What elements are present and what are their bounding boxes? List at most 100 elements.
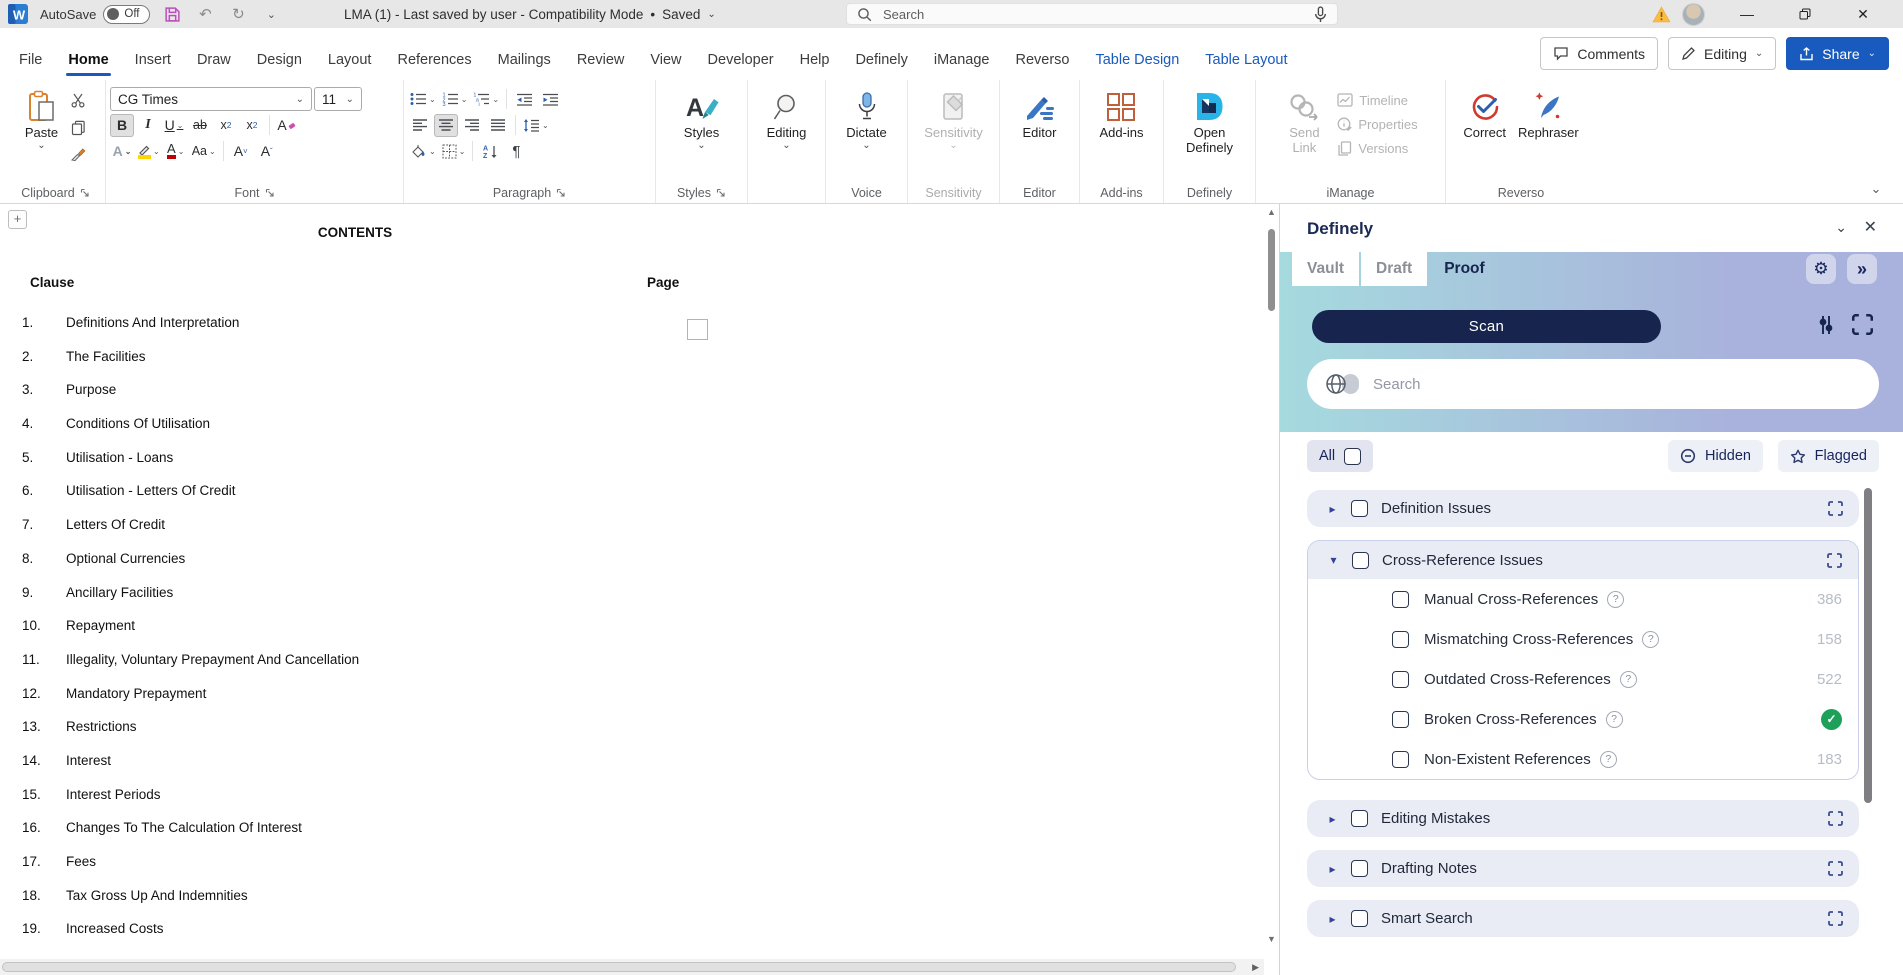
help-icon[interactable]: ?: [1607, 591, 1624, 608]
dialog-launcher-icon[interactable]: [556, 188, 566, 198]
align-right-button[interactable]: [460, 114, 484, 137]
fullscreen-expand-icon[interactable]: [1852, 314, 1873, 335]
disclosure-right-triangle-icon[interactable]: ▸: [1327, 812, 1338, 826]
ribbon-tab-developer[interactable]: Developer: [695, 41, 787, 79]
ribbon-tab-home[interactable]: Home: [55, 41, 121, 79]
scroll-up-arrow-icon[interactable]: ▲: [1264, 207, 1279, 217]
increase-indent-button[interactable]: [538, 88, 562, 111]
expand-section-icon[interactable]: [1828, 811, 1843, 826]
panel-section-header-smart-search[interactable]: ▸Smart Search: [1307, 900, 1859, 937]
ribbon-tab-imanage[interactable]: iManage: [921, 41, 1003, 79]
panel-close-icon[interactable]: ✕: [1864, 217, 1877, 237]
panel-subsection-row[interactable]: Broken Cross-References?✓: [1308, 699, 1858, 739]
pilcrow-button[interactable]: ¶: [504, 140, 528, 163]
panel-search-input[interactable]: [1371, 375, 1861, 394]
ribbon-tab-table-layout[interactable]: Table Layout: [1192, 41, 1300, 79]
paste-button[interactable]: Paste ⌄: [19, 83, 64, 152]
bold-button[interactable]: B: [110, 114, 134, 137]
panel-section-header-definition-issues[interactable]: ▸Definition Issues: [1307, 490, 1859, 527]
minimize-button[interactable]: ―: [1718, 0, 1776, 28]
panel-tab-draft[interactable]: Draft: [1361, 252, 1427, 286]
ribbon-tab-mailings[interactable]: Mailings: [485, 41, 564, 79]
document-title[interactable]: LMA (1) - Last saved by user - Compatibi…: [344, 0, 716, 28]
numbering-button[interactable]: 123⌄: [440, 88, 470, 111]
help-icon[interactable]: ?: [1620, 671, 1637, 688]
open-definely-button[interactable]: OpenDefinely: [1180, 83, 1239, 155]
subsection-checkbox[interactable]: [1392, 711, 1409, 728]
ribbon-tab-reverso[interactable]: Reverso: [1002, 41, 1082, 79]
editor-button[interactable]: Editor ⌄: [1017, 83, 1063, 152]
font-size-combo[interactable]: 11⌄: [314, 87, 362, 111]
expand-section-icon[interactable]: [1828, 501, 1843, 516]
ribbon-tab-table-design[interactable]: Table Design: [1082, 41, 1192, 79]
undo-button[interactable]: ↶: [194, 3, 216, 25]
ribbon-tab-help[interactable]: Help: [787, 41, 843, 79]
panel-section-header-drafting-notes[interactable]: ▸Drafting Notes: [1307, 850, 1859, 887]
panel-subsection-row[interactable]: Manual Cross-References?386: [1308, 579, 1858, 619]
subsection-checkbox[interactable]: [1392, 591, 1409, 608]
ribbon-tab-draw[interactable]: Draw: [184, 41, 244, 79]
ribbon-tab-design[interactable]: Design: [244, 41, 315, 79]
autosave-control[interactable]: AutoSave Off: [40, 5, 150, 24]
globe-toggle-icon[interactable]: [1325, 373, 1359, 395]
multilevel-list-button[interactable]: 1ai⌄: [471, 88, 501, 111]
section-checkbox[interactable]: [1352, 552, 1369, 569]
filter-hidden-chip[interactable]: Hidden: [1668, 440, 1763, 472]
subsection-checkbox[interactable]: [1392, 751, 1409, 768]
align-left-button[interactable]: [408, 114, 432, 137]
dictate-button[interactable]: Dictate ⌄: [840, 83, 892, 152]
quick-access-menu-button[interactable]: ⌄: [260, 3, 282, 25]
expand-section-icon[interactable]: [1827, 553, 1842, 568]
share-button[interactable]: Share ⌄: [1786, 37, 1889, 70]
user-avatar[interactable]: [1682, 3, 1705, 26]
strikethrough-button[interactable]: ab: [188, 114, 212, 137]
grow-font-button[interactable]: A˅: [229, 140, 253, 163]
panel-tab-proof[interactable]: Proof: [1429, 252, 1499, 286]
cut-button[interactable]: [66, 89, 90, 112]
text-effects-button[interactable]: A⌄: [110, 140, 134, 163]
panel-subsection-row[interactable]: Non-Existent References?183: [1308, 739, 1858, 779]
dialog-launcher-icon[interactable]: [265, 188, 275, 198]
horizontal-scroll-thumb[interactable]: [2, 962, 1236, 972]
styles-button[interactable]: A Styles ⌄: [678, 83, 726, 152]
font-color-button[interactable]: A⌄: [164, 140, 188, 163]
subscript-button[interactable]: x2: [214, 114, 238, 137]
search-box[interactable]: [846, 3, 1338, 25]
search-input[interactable]: [881, 6, 1305, 23]
change-case-button[interactable]: Aa⌄: [190, 140, 218, 163]
help-icon[interactable]: ?: [1600, 751, 1617, 768]
addins-button[interactable]: Add-ins ⌄: [1093, 83, 1149, 152]
panel-collapse-chevron-icon[interactable]: ⌄: [1835, 219, 1847, 236]
document-vertical-scrollbar[interactable]: ▲ ▼: [1264, 204, 1279, 959]
filter-flagged-chip[interactable]: Flagged: [1778, 440, 1879, 472]
dialog-launcher-icon[interactable]: [80, 188, 90, 198]
editing-menu-button[interactable]: Editing ⌄: [761, 83, 813, 152]
justify-button[interactable]: [486, 114, 510, 137]
expand-section-icon[interactable]: [1828, 911, 1843, 926]
panel-search-box[interactable]: [1307, 359, 1879, 409]
vertical-scroll-thumb[interactable]: [1268, 229, 1275, 311]
superscript-button[interactable]: x2: [240, 114, 264, 137]
ribbon-tab-references[interactable]: References: [384, 41, 484, 79]
disclosure-right-triangle-icon[interactable]: ▸: [1327, 502, 1338, 516]
bullets-button[interactable]: ⌄: [408, 88, 438, 111]
document-canvas[interactable]: + CONTENTS Clause Page 1.Definitions And…: [0, 204, 1264, 959]
panel-scroll-thumb[interactable]: [1864, 488, 1872, 803]
comments-button[interactable]: Comments: [1540, 37, 1658, 70]
disclosure-down-triangle-icon[interactable]: ▾: [1328, 553, 1339, 567]
save-button[interactable]: [161, 3, 183, 25]
ribbon-tab-insert[interactable]: Insert: [122, 41, 184, 79]
panel-subsection-row[interactable]: Outdated Cross-References?522: [1308, 659, 1858, 699]
close-button[interactable]: ✕: [1834, 0, 1892, 28]
disclosure-right-triangle-icon[interactable]: ▸: [1327, 912, 1338, 926]
expand-section-icon[interactable]: [1828, 861, 1843, 876]
dictation-mic-icon[interactable]: [1314, 6, 1327, 23]
section-checkbox[interactable]: [1351, 910, 1368, 927]
ribbon-tab-review[interactable]: Review: [564, 41, 638, 79]
dialog-launcher-icon[interactable]: [716, 188, 726, 198]
section-checkbox[interactable]: [1351, 500, 1368, 517]
highlight-color-button[interactable]: ⌄: [136, 140, 162, 163]
correct-button[interactable]: Correct: [1457, 83, 1512, 140]
restore-button[interactable]: [1776, 0, 1834, 28]
warning-icon[interactable]: [1652, 6, 1671, 23]
